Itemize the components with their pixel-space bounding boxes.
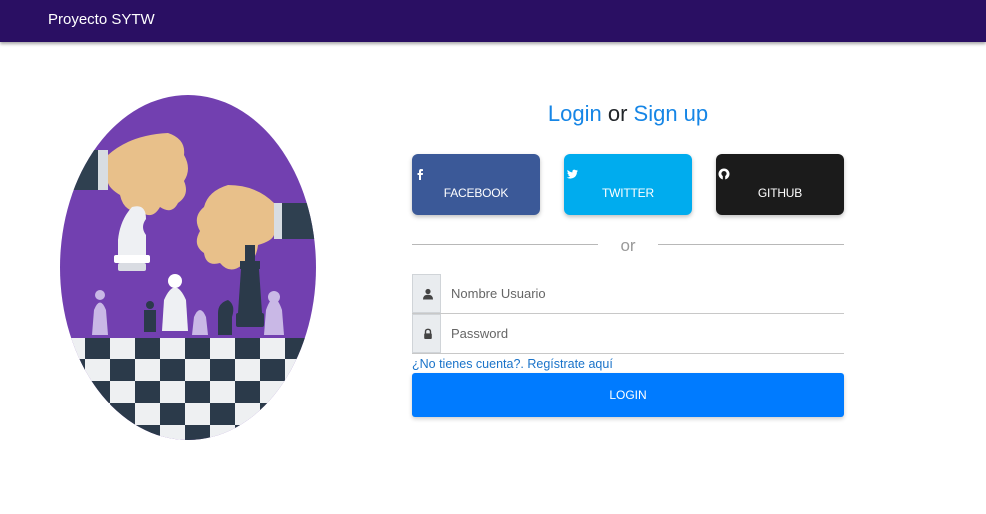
facebook-icon bbox=[417, 169, 423, 180]
twitter-login-button[interactable]: TWITTER bbox=[564, 154, 692, 215]
separator-text: or bbox=[620, 236, 636, 255]
auth-title: Login or Sign up bbox=[412, 101, 844, 127]
username-input[interactable] bbox=[442, 274, 842, 313]
separator-line-right bbox=[658, 244, 844, 245]
github-icon bbox=[718, 168, 730, 180]
signup-link[interactable]: Sign up bbox=[634, 101, 709, 126]
github-login-button[interactable]: GITHUB bbox=[716, 154, 844, 215]
user-icon bbox=[423, 288, 433, 300]
password-addon bbox=[412, 314, 441, 353]
navbar-brand[interactable]: Proyecto SYTW bbox=[48, 11, 155, 28]
login-link[interactable]: Login bbox=[548, 101, 602, 126]
twitter-label: TWITTER bbox=[602, 186, 654, 200]
login-button[interactable]: LOGIN bbox=[412, 373, 844, 417]
username-addon bbox=[412, 274, 441, 313]
facebook-login-button[interactable]: FACEBOOK bbox=[412, 154, 540, 215]
github-label: GITHUB bbox=[757, 186, 803, 200]
chess-illustration bbox=[60, 95, 316, 440]
lock-icon bbox=[424, 328, 432, 339]
facebook-label: FACEBOOK bbox=[443, 186, 509, 200]
password-field bbox=[412, 314, 844, 354]
username-field bbox=[412, 274, 844, 314]
twitter-icon bbox=[566, 169, 578, 179]
password-input[interactable] bbox=[442, 314, 842, 353]
separator-line-left bbox=[412, 244, 598, 245]
top-navbar: Proyecto SYTW bbox=[0, 0, 986, 42]
register-link[interactable]: ¿No tienes cuenta?. Regístrate aquí bbox=[412, 357, 613, 371]
or-text: or bbox=[607, 101, 628, 126]
